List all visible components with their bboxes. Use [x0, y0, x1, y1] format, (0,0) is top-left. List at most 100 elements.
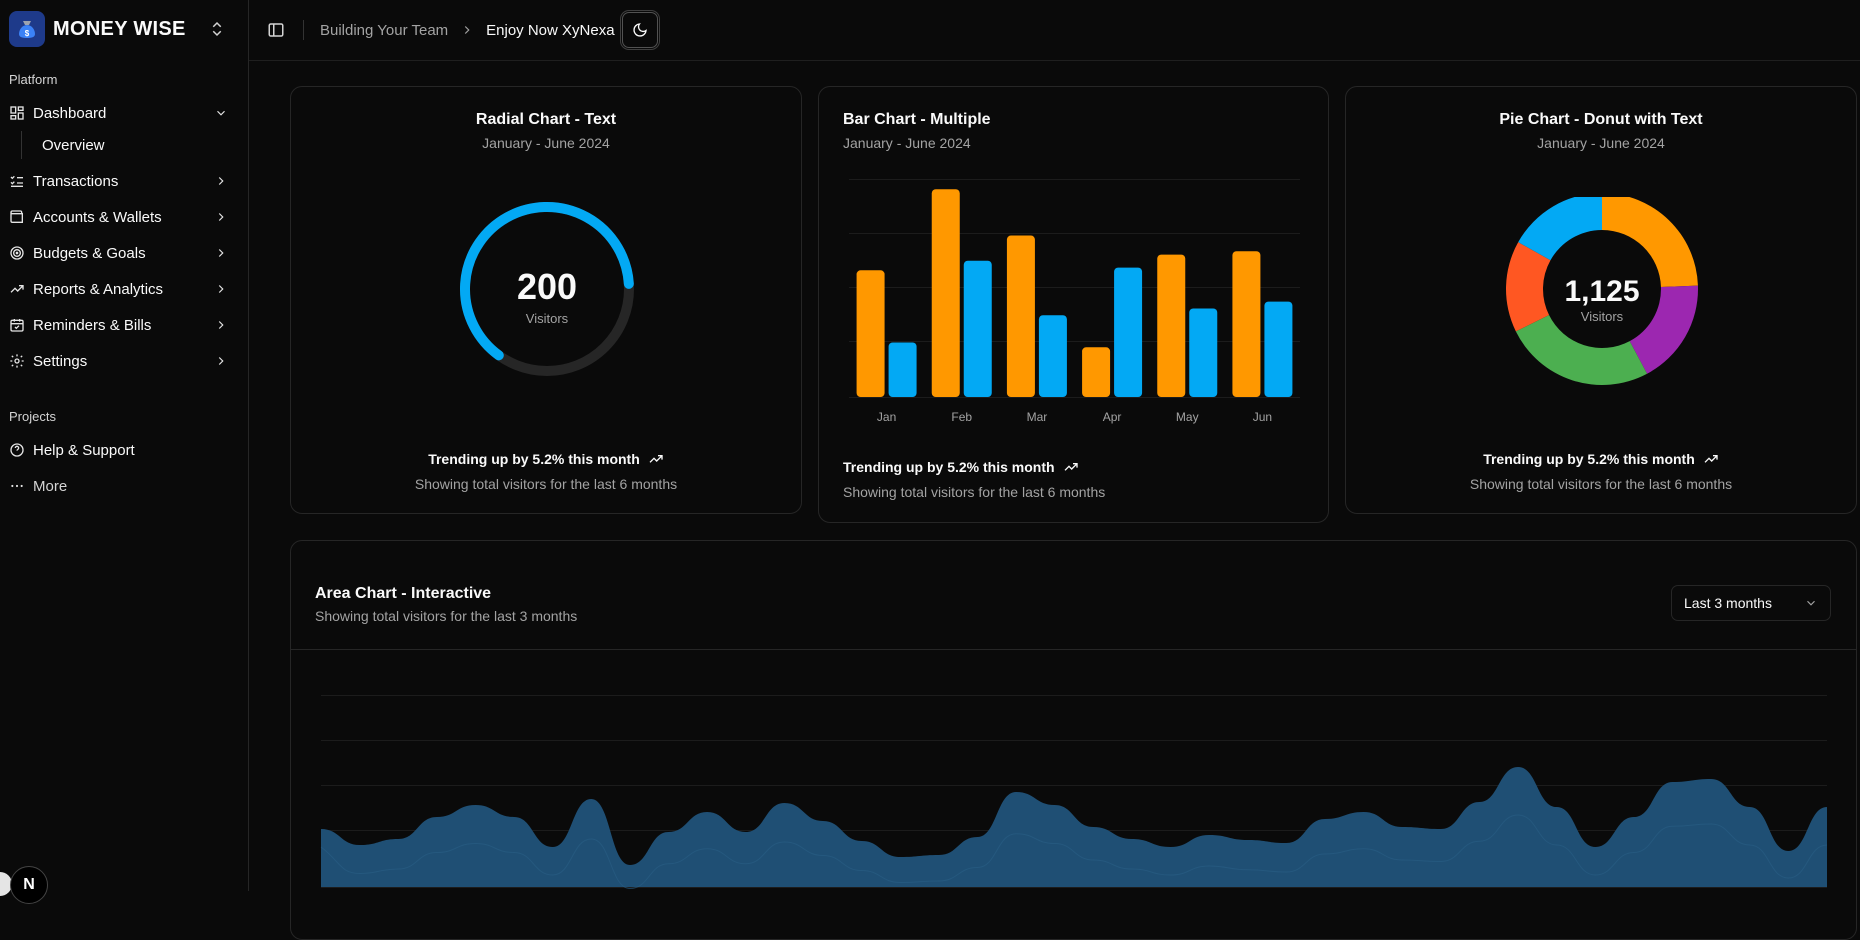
- chevron-right-icon: [218, 177, 224, 185]
- moon-icon: [632, 23, 647, 37]
- sidebar-item-more[interactable]: More: [8, 468, 240, 504]
- header: Building Your Team Enjoy Now XyNexa: [249, 0, 1860, 61]
- brand-switcher[interactable]: $ MONEY WISE: [0, 0, 248, 58]
- bar-may-1[interactable]: [1189, 308, 1218, 397]
- donut-total-label: Visitors: [1581, 309, 1624, 324]
- card-footer: Showing total visitors for the last 6 mo…: [414, 476, 678, 492]
- calendar-icon: [10, 319, 24, 332]
- x-tick-label: May: [1176, 410, 1199, 424]
- sidebar-subitem-overview[interactable]: Overview: [22, 131, 240, 159]
- x-tick-label: Jan: [877, 410, 896, 424]
- sidebar-subitem-label: Overview: [42, 136, 105, 154]
- radial-chart-card: Radial Chart - Text January - June 2024 …: [290, 86, 802, 514]
- chevron-right-icon: [218, 249, 224, 257]
- chevron-right-icon: [464, 26, 470, 34]
- money-bag-icon: $: [9, 11, 45, 47]
- divider: [291, 649, 1856, 650]
- x-tick-label: Feb: [951, 410, 972, 424]
- sidebar-item-help[interactable]: Help & Support: [8, 432, 240, 468]
- breadcrumb-link[interactable]: Building Your Team: [320, 22, 448, 39]
- trend-text: Trending up by 5.2% this month: [843, 459, 1055, 475]
- sidebar-item-transactions[interactable]: Transactions: [8, 163, 240, 199]
- card-title: Bar Chart - Multiple: [843, 111, 991, 128]
- bar-jan-0[interactable]: [856, 270, 885, 397]
- radial-chart: 200 Visitors: [460, 202, 634, 376]
- sidebar: $ MONEY WISE Platform Dashboard Overview…: [0, 0, 249, 891]
- time-range-value: Last 3 months: [1684, 595, 1772, 611]
- card-subtitle: Showing total visitors for the last 3 mo…: [315, 608, 578, 624]
- bar-may-0[interactable]: [1157, 254, 1186, 397]
- projects-group-label: Projects: [9, 409, 56, 424]
- chevrons-up-down-icon[interactable]: [208, 20, 226, 38]
- time-range-select[interactable]: Last 3 months: [1671, 585, 1831, 621]
- sidebar-item-reports[interactable]: Reports & Analytics: [8, 271, 240, 307]
- trend-line: Trending up by 5.2% this month: [843, 459, 1105, 475]
- trend-line: Trending up by 5.2% this month: [428, 451, 664, 467]
- x-tick-label: Jun: [1253, 410, 1272, 424]
- bar-apr-0[interactable]: [1082, 347, 1111, 397]
- sidebar-toggle-icon[interactable]: [267, 21, 285, 39]
- donut-chart: 1,125 Visitors: [1506, 197, 1698, 385]
- sidebar-item-label: Help & Support: [33, 441, 135, 459]
- sidebar-item-budgets[interactable]: Budgets & Goals: [8, 235, 240, 271]
- sidebar-item-label: Reminders & Bills: [33, 316, 152, 334]
- app-name: MONEY WISE: [53, 17, 186, 40]
- svg-text:$: $: [25, 29, 30, 38]
- chevron-right-icon: [218, 357, 224, 365]
- card-title: Area Chart - Interactive: [315, 585, 492, 602]
- card-subtitle: January - June 2024: [482, 135, 610, 151]
- sidebar-item-label: Settings: [33, 352, 88, 370]
- x-tick-label: Mar: [1027, 410, 1048, 424]
- sidebar-item-reminders[interactable]: Reminders & Bills: [8, 307, 240, 343]
- list-check-icon: [10, 175, 23, 187]
- area-chart-card: Area Chart - Interactive Showing total v…: [290, 540, 1857, 940]
- chevron-right-icon: [218, 213, 224, 221]
- card-footer: Showing total visitors for the last 6 mo…: [1469, 476, 1733, 492]
- nextjs-dev-icon[interactable]: N: [10, 866, 48, 904]
- bar-feb-1[interactable]: [963, 260, 992, 397]
- chevron-right-icon: [218, 285, 224, 293]
- bar-chart-card: Bar Chart - Multiple January - June 2024…: [818, 86, 1329, 523]
- chevron-right-icon: [218, 321, 224, 329]
- bar-mar-1[interactable]: [1038, 315, 1067, 397]
- card-title: Radial Chart - Text: [475, 111, 617, 128]
- sidebar-item-dashboard[interactable]: Dashboard: [8, 95, 240, 131]
- bar-jun-0[interactable]: [1232, 251, 1261, 397]
- platform-group-label: Platform: [9, 72, 58, 87]
- bar-feb-0[interactable]: [931, 189, 960, 397]
- donut-slice-green[interactable]: [1515, 315, 1648, 385]
- sidebar-item-label: Transactions: [33, 172, 119, 190]
- chevron-down-icon: [1807, 600, 1815, 606]
- sidebar-item-accounts[interactable]: Accounts & Wallets: [8, 199, 240, 235]
- bar-jun-1[interactable]: [1264, 301, 1293, 397]
- bar-mar-0[interactable]: [1006, 235, 1035, 397]
- card-subtitle: January - June 2024: [843, 135, 971, 151]
- dashboard-icon: [10, 106, 24, 120]
- bar-apr-1[interactable]: [1114, 267, 1143, 397]
- card-footer: Showing total visitors for the last 6 mo…: [843, 484, 1106, 500]
- donut-slice-orange[interactable]: [1602, 197, 1698, 287]
- area-chart: [320, 695, 1828, 890]
- bar-jan-1[interactable]: [888, 342, 917, 398]
- sidebar-item-label: Reports & Analytics: [33, 280, 164, 298]
- donut-total: 1,125: [1564, 275, 1639, 308]
- sidebar-item-label: Budgets & Goals: [33, 244, 146, 262]
- sidebar-item-settings[interactable]: Settings: [8, 343, 240, 379]
- chevron-down-icon: [217, 110, 225, 116]
- radial-value-label: Visitors: [526, 311, 569, 326]
- trend-text: Trending up by 5.2% this month: [1483, 451, 1695, 467]
- trend-text: Trending up by 5.2% this month: [428, 451, 640, 467]
- radial-value: 200: [517, 266, 577, 307]
- theme-toggle-button[interactable]: [621, 12, 658, 48]
- target-icon: [10, 246, 24, 260]
- sidebar-item-label: More: [33, 477, 68, 495]
- sidebar-item-label: Accounts & Wallets: [33, 208, 162, 226]
- trending-up-icon: [1064, 463, 1078, 471]
- gear-icon: [10, 354, 24, 368]
- sidebar-item-label: Dashboard: [33, 104, 107, 122]
- more-icon: [11, 484, 23, 488]
- x-tick-label: Apr: [1103, 410, 1122, 424]
- dashboard-submenu: Overview: [21, 131, 240, 159]
- trending-up-icon: [1704, 455, 1718, 463]
- card-title: Pie Chart - Donut with Text: [1499, 111, 1703, 128]
